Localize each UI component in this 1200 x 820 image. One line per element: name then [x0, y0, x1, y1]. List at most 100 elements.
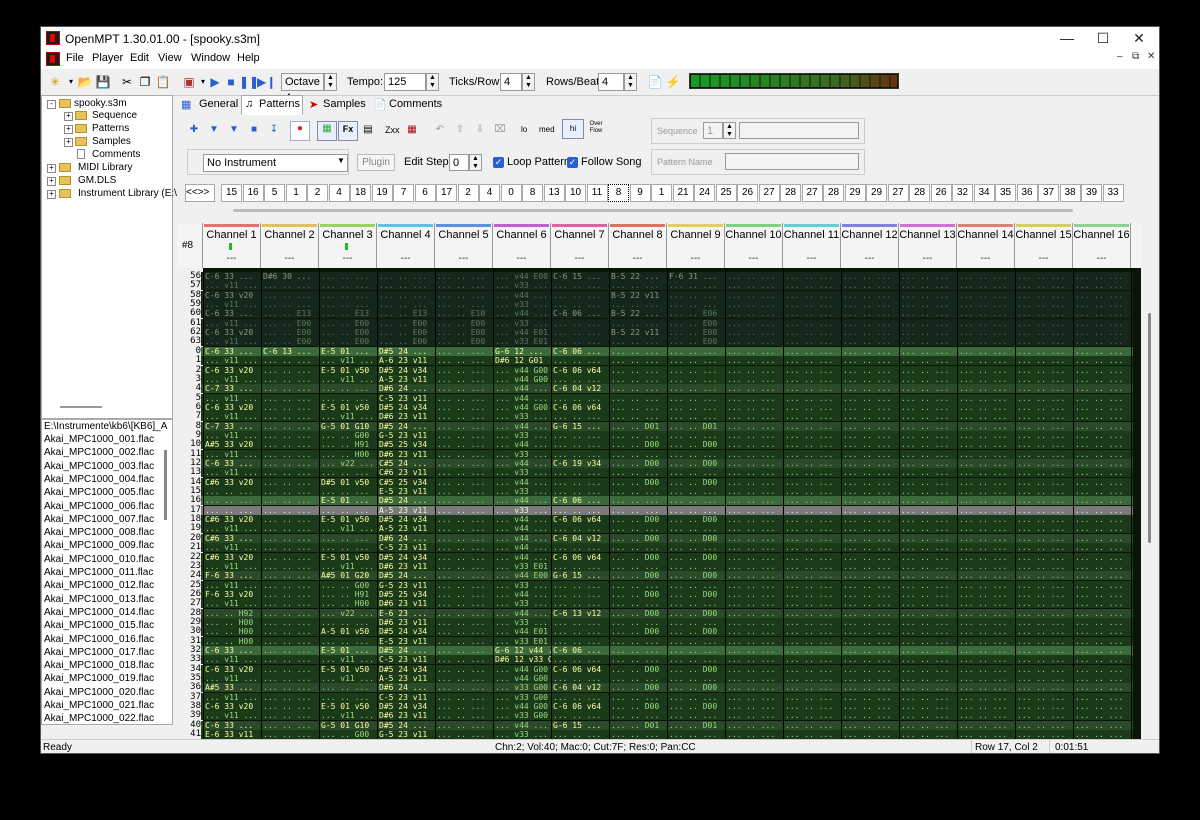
pattern-cell[interactable]: ... .. ...: [727, 412, 783, 421]
pattern-cell[interactable]: ... .. ...: [901, 412, 957, 421]
pattern-cell[interactable]: ... .. ...: [1017, 618, 1073, 627]
pattern-cell[interactable]: ... .. E00: [379, 319, 435, 328]
pattern-cell[interactable]: ... .. ...: [785, 337, 841, 346]
pattern-cell[interactable]: ... v44 G00: [495, 375, 551, 384]
pattern-cell[interactable]: ... .. ...: [727, 581, 783, 590]
pattern-cell[interactable]: ... .. ...: [1017, 721, 1073, 730]
pattern-cell[interactable]: ... .. ...: [669, 356, 725, 365]
overflow-button[interactable]: Over Flow: [588, 121, 604, 135]
pattern-cell[interactable]: B-5 22 ...: [611, 309, 667, 318]
pattern-cell[interactable]: ... .. ...: [321, 543, 377, 552]
pattern-cell[interactable]: A-5 01 v50: [321, 627, 377, 636]
pattern-cell[interactable]: ... .. ...: [1017, 440, 1073, 449]
tree-item-samples[interactable]: Samples: [92, 136, 131, 147]
pattern-cell[interactable]: ... .. ...: [959, 431, 1015, 440]
pattern-cell[interactable]: ... .. ...: [727, 571, 783, 580]
pattern-cell[interactable]: ... .. ...: [553, 618, 609, 627]
pattern-cell[interactable]: ... .. ...: [1075, 272, 1131, 281]
pattern-cell[interactable]: ... .. ...: [959, 403, 1015, 412]
pattern-cell[interactable]: ... .. D01: [669, 422, 725, 431]
pattern-cell[interactable]: ... .. ...: [611, 618, 667, 627]
pattern-cell[interactable]: ... .. ...: [1017, 524, 1073, 533]
pattern-cell[interactable]: ... .. ...: [437, 375, 493, 384]
pattern-cell[interactable]: C-6 33 ...: [205, 459, 261, 468]
order-item[interactable]: 33: [1102, 184, 1124, 202]
pattern-cell[interactable]: ... .. ...: [321, 384, 377, 393]
pattern-cell[interactable]: ... .. ...: [727, 403, 783, 412]
pattern-cell[interactable]: C-6 33 v20: [205, 665, 261, 674]
file-item[interactable]: Akai_MPC1000_001.flac: [44, 434, 154, 445]
pattern-cell[interactable]: ... .. ...: [901, 683, 957, 692]
pattern-cell[interactable]: ... .. D01: [611, 721, 667, 730]
pattern-cell[interactable]: ... .. ...: [785, 571, 841, 580]
pattern-cell[interactable]: ... .. ...: [959, 524, 1015, 533]
pattern-cell[interactable]: ... .. ...: [263, 730, 319, 739]
scroll-thumb[interactable]: [1148, 313, 1151, 543]
close-button[interactable]: ✕: [1121, 27, 1157, 49]
pattern-cell[interactable]: ... .. ...: [727, 478, 783, 487]
pattern-cell[interactable]: ... .. ...: [727, 553, 783, 562]
pattern-cell[interactable]: ... .. ...: [843, 422, 899, 431]
pattern-cell[interactable]: C-6 13 ...: [263, 347, 319, 356]
pattern-cell[interactable]: ... .. ...: [785, 328, 841, 337]
pattern-cell[interactable]: ... .. ...: [785, 281, 841, 290]
tree-item-instrument-library[interactable]: Instrument Library (E:\In: [78, 188, 185, 199]
pattern-cell[interactable]: ... .. ...: [727, 515, 783, 524]
pattern-cell[interactable]: ... .. ...: [785, 599, 841, 608]
file-item[interactable]: Akai_MPC1000_012.flac: [44, 580, 154, 591]
pattern-cell[interactable]: ... .. ...: [901, 450, 957, 459]
pattern-cell[interactable]: ... .. ...: [727, 524, 783, 533]
pattern-cell[interactable]: D#5 24 v34: [379, 515, 435, 524]
pause-icon[interactable]: ❚❚: [239, 74, 259, 90]
pattern-cell[interactable]: ... .. ...: [1075, 730, 1131, 739]
pattern-cell[interactable]: ... .. ...: [785, 450, 841, 459]
file-item[interactable]: Akai_MPC1000_019.flac: [44, 673, 154, 684]
pattern-cell[interactable]: ... .. ...: [437, 674, 493, 683]
pattern-cell[interactable]: A#5 33 ...: [205, 683, 261, 692]
pattern-cell[interactable]: ... .. ...: [1075, 468, 1131, 477]
pattern-cell[interactable]: ... v33 ...: [495, 300, 551, 309]
pattern-cell[interactable]: ... .. ...: [727, 328, 783, 337]
pattern-cell[interactable]: ... .. ...: [437, 366, 493, 375]
order-item[interactable]: 5: [264, 184, 285, 202]
pattern-cell[interactable]: ... v44 G00: [495, 674, 551, 683]
pattern-cell[interactable]: ... .. ...: [901, 553, 957, 562]
pattern-cell[interactable]: ... v44 G00: [495, 403, 551, 412]
pattern-cell[interactable]: ... .. ...: [785, 375, 841, 384]
pattern-cell[interactable]: ... .. ...: [669, 431, 725, 440]
pattern-cell[interactable]: ... .. D00: [669, 553, 725, 562]
pattern-cell[interactable]: ... .. ...: [437, 562, 493, 571]
pattern-cell[interactable]: ... .. ...: [1017, 291, 1073, 300]
pattern-cell[interactable]: ... .. ...: [437, 506, 493, 515]
pattern-cell[interactable]: C-6 33 ...: [205, 646, 261, 655]
pattern-cell[interactable]: E-5 01 v50: [321, 403, 377, 412]
pattern-cell[interactable]: ... .. ...: [205, 506, 261, 515]
pattern-cell[interactable]: ... .. ...: [785, 478, 841, 487]
pattern-cell[interactable]: ... .. ...: [437, 571, 493, 580]
order-item[interactable]: 28: [909, 184, 930, 202]
pattern-cell[interactable]: ... .. ...: [1075, 319, 1131, 328]
pattern-cell[interactable]: ... .. ...: [843, 590, 899, 599]
pattern-cell[interactable]: ... v44 ...: [495, 515, 551, 524]
channel-header[interactable]: Channel 12 ---: [841, 223, 899, 268]
pattern-cell[interactable]: ... .. ...: [437, 618, 493, 627]
pattern-cell[interactable]: ... .. ...: [553, 543, 609, 552]
pattern-cell[interactable]: ... .. ...: [901, 272, 957, 281]
pattern-cell[interactable]: ... .. ...: [843, 487, 899, 496]
pattern-cell[interactable]: ... .. ...: [1017, 543, 1073, 552]
pattern-stop-icon[interactable]: ▼: [227, 123, 241, 137]
pattern-cell[interactable]: ... .. ...: [959, 366, 1015, 375]
instrument-select[interactable]: No Instrument: [203, 154, 348, 172]
pattern-cell[interactable]: ... .. ...: [1017, 412, 1073, 421]
pattern-cell[interactable]: ... .. D00: [611, 478, 667, 487]
pattern-cell[interactable]: ... .. ...: [727, 450, 783, 459]
pattern-cell[interactable]: ... .. ...: [437, 478, 493, 487]
pattern-cell[interactable]: ... .. ...: [1017, 534, 1073, 543]
menu-help[interactable]: Help: [237, 52, 260, 64]
pattern-cell[interactable]: ... .. ...: [1075, 337, 1131, 346]
pattern-cell[interactable]: ... .. ...: [437, 609, 493, 618]
pattern-cell[interactable]: ... .. ...: [1075, 450, 1131, 459]
pattern-cell[interactable]: ... .. ...: [785, 422, 841, 431]
pattern-cell[interactable]: ... v44 ...: [495, 553, 551, 562]
pattern-cell[interactable]: ... .. ...: [901, 627, 957, 636]
